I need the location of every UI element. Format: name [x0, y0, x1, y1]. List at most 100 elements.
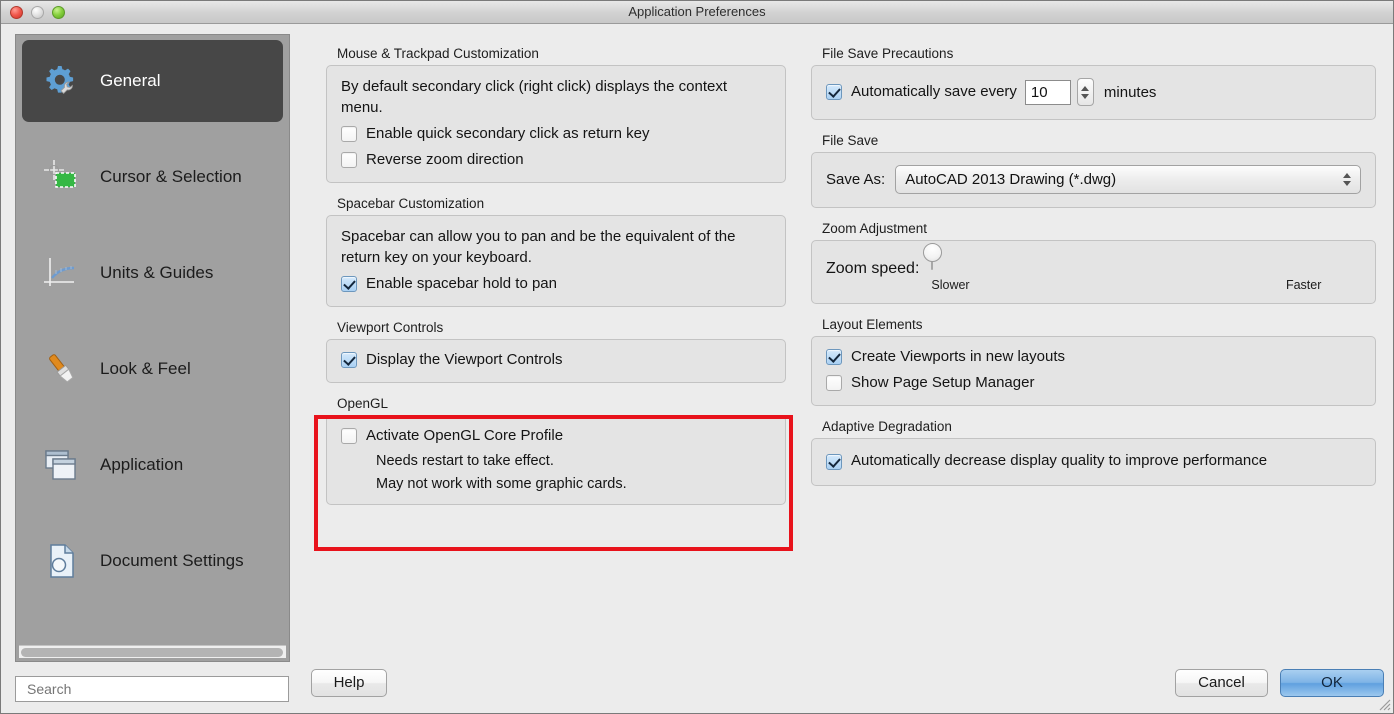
checkbox-label: Create Viewports in new layouts	[851, 348, 1065, 365]
group-layout-elements: Layout Elements Create Viewports in new …	[811, 317, 1376, 406]
group-adaptive-degradation: Adaptive Degradation Automatically decre…	[811, 419, 1376, 486]
group-file-save: File Save Save As: AutoCAD 2013 Drawing …	[811, 133, 1376, 208]
help-button[interactable]: Help	[311, 669, 387, 697]
sidebar-list: General Cursor & Selection Units & Guide…	[16, 35, 289, 616]
sidebar-item-general[interactable]: General	[22, 40, 283, 122]
ok-button[interactable]: OK	[1280, 669, 1384, 697]
sidebar-item-document-settings[interactable]: Document Settings	[22, 520, 283, 602]
sidebar-item-look-feel[interactable]: Look & Feel	[22, 328, 283, 410]
stepper-down-icon[interactable]	[1081, 93, 1090, 99]
group-title: Spacebar Customization	[337, 196, 485, 211]
group-body: By default secondary click (right click)…	[326, 65, 786, 183]
group-title: Viewport Controls	[337, 320, 444, 335]
document-icon	[40, 540, 82, 582]
group-title: Mouse & Trackpad Customization	[337, 46, 539, 61]
save-as-label: Save As:	[826, 171, 886, 188]
checkbox-row-display-viewport-controls[interactable]: Display the Viewport Controls	[341, 350, 771, 370]
group-body: Zoom speed: Slower Faster	[811, 240, 1376, 304]
cancel-button[interactable]: Cancel	[1175, 669, 1268, 697]
ruler-chart-icon	[40, 252, 82, 294]
window-title: Application Preferences	[628, 4, 766, 19]
group-mouse-trackpad: Mouse & Trackpad Customization By defaul…	[326, 46, 786, 183]
checkbox-checked-icon[interactable]	[341, 276, 357, 292]
sidebar-item-label: Units & Guides	[100, 263, 214, 282]
stepper-up-icon[interactable]	[1081, 85, 1090, 91]
sidebar-item-label: General	[100, 71, 161, 90]
group-body: Save As: AutoCAD 2013 Drawing (*.dwg)	[811, 152, 1376, 208]
checkbox-label: Enable spacebar hold to pan	[366, 275, 557, 292]
group-body: Create Viewports in new layouts Show Pag…	[811, 336, 1376, 406]
checkbox-unchecked-icon[interactable]	[826, 375, 842, 391]
resize-grip-icon[interactable]	[1377, 697, 1391, 711]
group-title: Zoom Adjustment	[822, 221, 928, 236]
checkbox-label: Automatically decrease display quality t…	[851, 452, 1268, 469]
chevron-down-icon	[1343, 181, 1351, 186]
autosave-label: Automatically save every	[851, 83, 1017, 100]
windows-stack-icon	[40, 444, 82, 486]
sidebar-horizontal-scrollbar[interactable]	[19, 645, 286, 658]
autosave-interval-input[interactable]	[1024, 79, 1071, 105]
save-as-dropdown[interactable]: AutoCAD 2013 Drawing (*.dwg)	[895, 165, 1361, 194]
checkbox-row-spacebar-hold-to-pan[interactable]: Enable spacebar hold to pan	[341, 274, 771, 294]
checkbox-label: Show Page Setup Manager	[851, 374, 1035, 391]
checkbox-unchecked-icon[interactable]	[341, 428, 357, 444]
checkbox-row-reverse-zoom[interactable]: Reverse zoom direction	[341, 150, 771, 170]
crosshair-selection-icon	[40, 156, 82, 198]
checkbox-row-show-page-setup-manager[interactable]: Show Page Setup Manager	[826, 373, 1361, 393]
paintbrush-icon	[40, 348, 82, 390]
sidebar-item-label: Cursor & Selection	[100, 167, 242, 186]
group-body: Activate OpenGL Core Profile Needs resta…	[326, 415, 786, 505]
search-input[interactable]	[15, 676, 289, 702]
group-body: Spacebar can allow you to pan and be the…	[326, 215, 786, 307]
save-as-selected-value: AutoCAD 2013 Drawing (*.dwg)	[905, 171, 1117, 188]
checkbox-row-activate-opengl-core-profile[interactable]: Activate OpenGL Core Profile	[341, 426, 771, 446]
preferences-window: Application Preferences General Cursor &…	[0, 0, 1394, 714]
slider-knob[interactable]	[923, 243, 943, 262]
checkbox-label: Display the Viewport Controls	[366, 351, 563, 368]
group-spacebar: Spacebar Customization Spacebar can allo…	[326, 196, 786, 307]
group-description: By default secondary click (right click)…	[341, 78, 727, 116]
checkbox-unchecked-icon[interactable]	[341, 126, 357, 142]
group-file-save-precautions: File Save Precautions Automatically save…	[811, 46, 1376, 120]
sidebar-item-label: Look & Feel	[100, 359, 191, 378]
checkbox-checked-icon[interactable]	[341, 352, 357, 368]
group-viewport-controls: Viewport Controls Display the Viewport C…	[326, 320, 786, 383]
autosave-row: Automatically save every minutes	[826, 78, 1361, 106]
checkbox-label: Reverse zoom direction	[366, 151, 524, 168]
slider-track[interactable]	[923, 243, 943, 270]
group-opengl: OpenGL Activate OpenGL Core Profile Need…	[326, 396, 786, 505]
sidebar-item-units-guides[interactable]: Units & Guides	[22, 232, 283, 314]
checkbox-unchecked-icon[interactable]	[341, 152, 357, 168]
autosave-interval-stepper[interactable]	[1076, 78, 1094, 106]
checkbox-row-create-viewports[interactable]: Create Viewports in new layouts	[826, 347, 1361, 367]
checkbox-checked-icon[interactable]	[826, 454, 842, 470]
autosave-unit-label: minutes	[1103, 83, 1157, 101]
checkbox-row-decrease-display-quality[interactable]: Automatically decrease display quality t…	[826, 451, 1361, 471]
slider-max-label: Faster	[1285, 278, 1322, 292]
group-body: Automatically save every minutes	[811, 65, 1376, 120]
right-settings-column: File Save Precautions Automatically save…	[811, 46, 1376, 499]
group-title: File Save Precautions	[822, 46, 954, 61]
zoom-speed-slider[interactable]: Slower Faster	[923, 243, 1321, 292]
opengl-note-graphics-cards: May not work with some graphic cards.	[376, 476, 627, 492]
checkbox-checked-icon[interactable]	[826, 349, 842, 365]
zoom-speed-row: Zoom speed: Slower Faster	[826, 243, 1361, 292]
group-description: Spacebar can allow you to pan and be the…	[341, 228, 736, 266]
save-as-row: Save As: AutoCAD 2013 Drawing (*.dwg)	[826, 165, 1361, 194]
slider-end-labels: Slower Faster	[931, 278, 1321, 292]
gear-wrench-icon	[40, 60, 82, 102]
checkbox-checked-icon[interactable]	[826, 84, 842, 100]
sidebar-item-label: Application	[100, 455, 184, 474]
opengl-note-restart: Needs restart to take effect.	[376, 453, 554, 469]
group-title: Layout Elements	[822, 317, 923, 332]
checkbox-row-quick-secondary-click[interactable]: Enable quick secondary click as return k…	[341, 124, 771, 144]
sidebar-item-label: Document Settings	[100, 551, 244, 570]
group-zoom-adjustment: Zoom Adjustment Zoom speed: Slower Faste…	[811, 221, 1376, 304]
checkbox-label: Enable quick secondary click as return k…	[366, 125, 650, 142]
group-title: Adaptive Degradation	[822, 419, 952, 434]
checkbox-label: Activate OpenGL Core Profile	[366, 427, 564, 444]
scrollbar-thumb[interactable]	[21, 648, 283, 657]
sidebar-item-application[interactable]: Application	[22, 424, 283, 506]
sidebar-item-cursor-selection[interactable]: Cursor & Selection	[22, 136, 283, 218]
chevron-updown-icon	[1343, 166, 1351, 193]
